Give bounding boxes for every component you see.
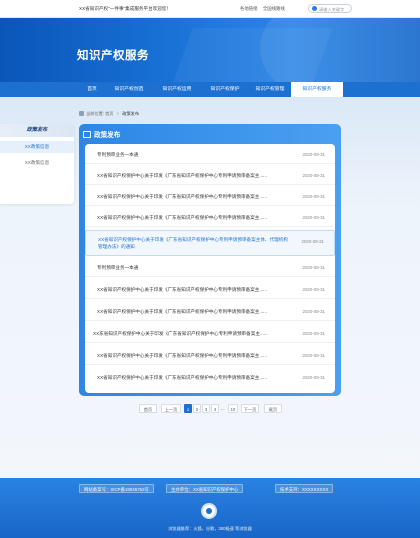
list-item-date: 2020-08-31 xyxy=(302,194,325,199)
list-item-title[interactable]: XX省知识产权保护中心关于印发《广东省知识产权保护中心专利申请预审备案主....… xyxy=(97,215,287,221)
footer-icp: 网站备案号：XICP备19045762号 xyxy=(79,484,154,493)
breadcrumb-current: 政策发布 xyxy=(122,111,140,116)
footer-browser-note: 浏览器推荐：火狐，谷歌，360极速 等浏览器 xyxy=(168,526,252,531)
list-item[interactable]: XX省知识产权保护中心关于印发《广东省知识产权保护中心专利申请预审备案主....… xyxy=(85,209,335,227)
top-link-regional[interactable]: 各地链接 xyxy=(240,6,258,11)
list-item-date: 2020-08-31 xyxy=(302,375,325,380)
list-item-date: 2020-08-31 xyxy=(302,152,325,157)
welcome-text: XX省知识产权"一件事"集成服务平台欢迎您！ xyxy=(79,6,172,11)
list-item-title[interactable]: XX省知识产权保护中心关于印发《广东省知识产权保护中心专利申请预审备案主....… xyxy=(97,287,287,293)
document-icon xyxy=(83,131,91,138)
sidebar-item-policy-2[interactable]: XX政策信息 xyxy=(0,157,74,169)
list-item-date: 2020-08-31 xyxy=(302,265,325,270)
page-button-4[interactable]: 4 xyxy=(211,404,219,413)
nav-item-home[interactable]: 首页 xyxy=(79,82,105,97)
list-item-title[interactable]: XX省知识产权保护中心关于印发《广东省知识产权保护中心专利申请预审备案主体、代理… xyxy=(98,236,288,250)
banner-title: 知识产权服务 xyxy=(77,50,149,62)
list-item-title[interactable]: XX省知识产权保护中心关于印发《广东省知识产权保护中心专利申请预审备案主....… xyxy=(97,173,287,179)
banner-decoration xyxy=(167,28,333,82)
sidebar-item-policy-1[interactable]: XX政策信息 xyxy=(0,141,74,153)
home-icon xyxy=(79,111,84,116)
page-button-2[interactable]: 2 xyxy=(193,404,201,413)
list-item[interactable]: XX省知识产权保护中心关于印发《广东省知识产权保护中心专利申请预审备案主....… xyxy=(85,369,335,387)
nav-item-service[interactable]: 知识产权服务 xyxy=(291,82,343,97)
prev-page-button[interactable]: 上一页 xyxy=(161,404,181,413)
list-item-date: 2020-08-31 xyxy=(302,173,325,178)
list-item[interactable]: 专利预审业务一本通 2020-08-31 xyxy=(85,146,335,164)
policy-list: 专利预审业务一本通 2020-08-31 XX省知识产权保护中心关于印发《广东省… xyxy=(85,144,335,393)
breadcrumb: 当前位置: 首页 > 政策发布 xyxy=(79,111,139,117)
nav-item-creation[interactable]: 知识产权创造 xyxy=(105,82,153,97)
first-page-button[interactable]: 首页 xyxy=(139,404,157,413)
list-item[interactable]: 专利预审业务一本通 2020-08-31 xyxy=(85,259,335,277)
page-button-10[interactable]: 10 xyxy=(228,404,238,413)
list-item-date: 2020-08-31 xyxy=(301,239,324,244)
nav-item-management[interactable]: 知识产权管理 xyxy=(249,82,291,97)
list-item-highlighted[interactable]: XX省知识产权保护中心关于印发《广东省知识产权保护中心专利申请预审备案主体、代理… xyxy=(85,230,335,256)
list-item-title[interactable]: XX省知识产权保护中心关于印发《广东省知识产权保护中心专利申请预审备案主....… xyxy=(97,194,287,200)
footer-support: 技术支持：XXXXXXXXX xyxy=(275,484,334,493)
list-item-date: 2020-08-31 xyxy=(302,215,325,220)
list-item-date: 2020-08-31 xyxy=(302,331,325,336)
policy-panel: 政策发布 专利预审业务一本通 2020-08-31 XX省知识产权保护中心关于印… xyxy=(79,124,341,396)
page-button-3[interactable]: 3 xyxy=(202,404,210,413)
next-page-button[interactable]: 下一页 xyxy=(241,404,259,413)
sidebar-title: 政策发布 xyxy=(0,124,74,137)
list-item[interactable]: XX省知识产权保护中心关于印发《广东省知识产权保护中心专利申请预审备案主....… xyxy=(85,347,335,365)
panel-header: 政策发布 xyxy=(83,129,120,139)
pagination-ellipsis: ... xyxy=(221,406,225,411)
footer-host: 主办单位：XX省知识产权保护中心 xyxy=(166,484,244,493)
top-links: 各地链接 全国线路线 xyxy=(240,6,289,12)
breadcrumb-separator: > xyxy=(116,111,120,116)
list-item-title[interactable]: XX省知识产权保护中心关于印发《广东省知识产权保护中心专利申请预审备案主....… xyxy=(97,353,287,359)
footer-logo xyxy=(201,503,217,519)
main-nav: 首页 知识产权创造 知识产权运用 知识产权保护 知识产权管理 知识产权服务 xyxy=(0,82,420,97)
page-button-1[interactable]: 1 xyxy=(184,404,192,413)
nav-item-protection[interactable]: 知识产权保护 xyxy=(201,82,249,97)
list-item[interactable]: XX省知识产权保护中心关于印发《广东省知识产权保护中心专利申请预审备案主....… xyxy=(85,281,335,299)
last-page-button[interactable]: 尾页 xyxy=(264,404,282,413)
nav-item-application[interactable]: 知识产权运用 xyxy=(153,82,201,97)
top-bar: XX省知识产权"一件事"集成服务平台欢迎您！ 各地链接 全国线路线 请输入关键字 xyxy=(0,0,420,18)
search-input[interactable]: 请输入关键字 xyxy=(319,7,344,13)
list-item-title[interactable]: 专利预审业务一本通 xyxy=(97,152,287,158)
list-item[interactable]: XX东省知识产权保护中心关于印发《广东省知识产权保护中心专利申请预审备案主...… xyxy=(85,325,335,343)
breadcrumb-label: 当前位置: xyxy=(86,111,104,116)
footer: 网站备案号：XICP备19045762号 主办单位：XX省知识产权保护中心 技术… xyxy=(0,478,420,538)
banner: 知识产权服务 xyxy=(0,18,420,82)
list-item-date: 2020-08-31 xyxy=(302,287,325,292)
search-box[interactable]: 请输入关键字 xyxy=(308,4,352,13)
emblem-icon xyxy=(206,508,212,514)
panel-title: 政策发布 xyxy=(94,132,121,139)
list-item[interactable]: XX省知识产权保护中心关于印发《广东省知识产权保护中心专利申请预审备案主....… xyxy=(85,188,335,206)
list-item-title[interactable]: XX省知识产权保护中心关于印发《广东省知识产权保护中心专利申请预审备案主....… xyxy=(97,309,287,315)
top-link-national[interactable]: 全国线路线 xyxy=(263,6,285,11)
list-item[interactable]: XX省知识产权保护中心关于印发《广东省知识产权保护中心专利申请预审备案主....… xyxy=(85,167,335,185)
search-icon xyxy=(312,6,317,11)
pagination: 首页 上一页 1 2 3 4 ... 10 下一页 尾页 xyxy=(0,404,420,414)
list-item-date: 2020-08-31 xyxy=(302,309,325,314)
list-item-title[interactable]: XX省知识产权保护中心关于印发《广东省知识产权保护中心专利申请预审备案主....… xyxy=(97,375,287,381)
list-item-date: 2020-08-31 xyxy=(302,353,325,358)
breadcrumb-home-link[interactable]: 首页 xyxy=(105,111,113,116)
sidebar: 政策发布 XX政策信息 XX政策信息 xyxy=(0,124,74,204)
list-item[interactable]: XX省知识产权保护中心关于印发《广东省知识产权保护中心专利申请预审备案主....… xyxy=(85,303,335,321)
list-item-title[interactable]: 专利预审业务一本通 xyxy=(97,265,287,271)
list-item-title[interactable]: XX东省知识产权保护中心关于印发《广东省知识产权保护中心专利申请预审备案主...… xyxy=(93,331,283,337)
